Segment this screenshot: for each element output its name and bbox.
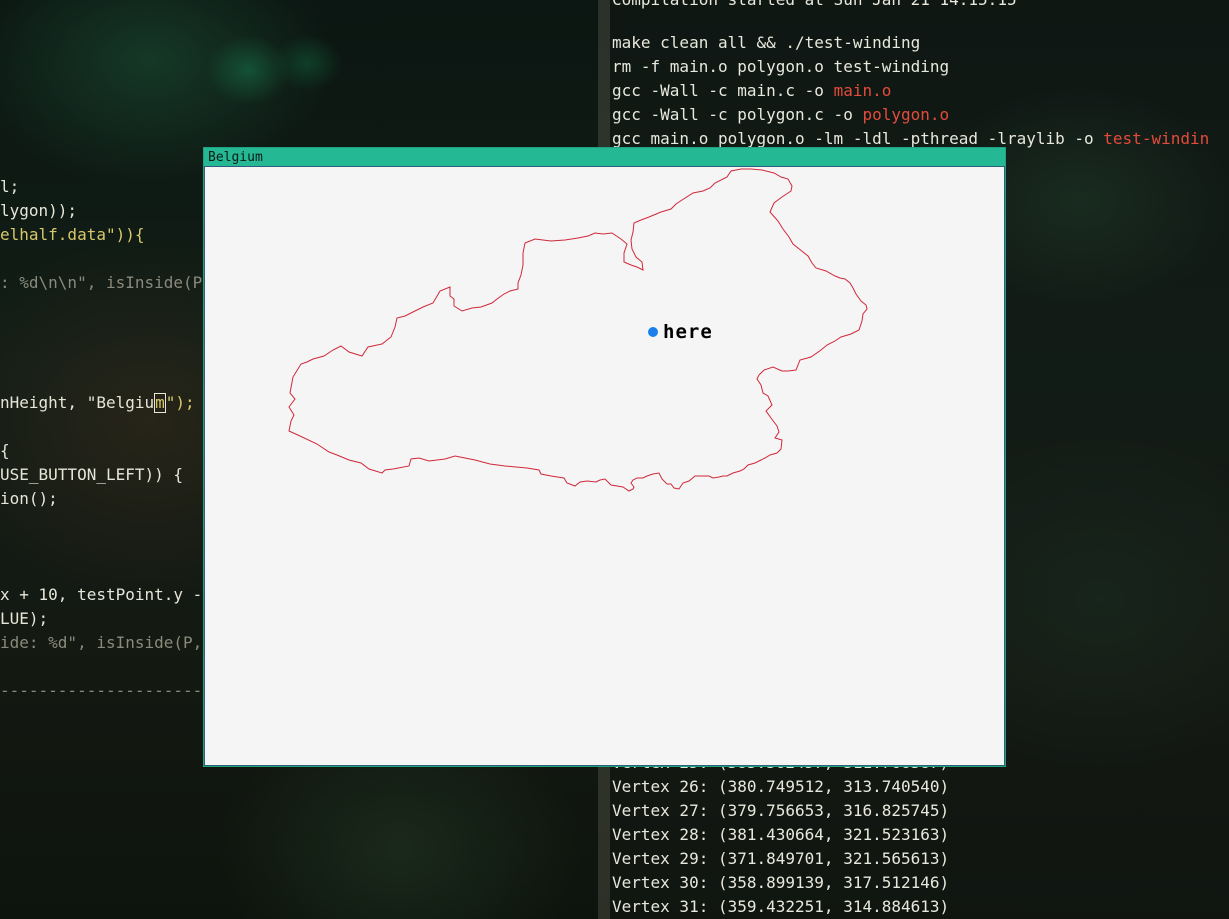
code-line: USE_BUTTON_LEFT)) { — [0, 465, 184, 484]
term-line: Vertex 29: (371.849701, 321.565613) — [612, 849, 950, 868]
term-line: Vertex 30: (358.899139, 317.512146) — [612, 873, 950, 892]
belgium-app-window[interactable]: Belgium here — [203, 147, 1006, 767]
term-line: Vertex 27: (379.756653, 316.825745) — [612, 801, 950, 820]
render-canvas[interactable]: here — [204, 166, 1005, 766]
polygon-svg — [288, 168, 868, 492]
code-line: { — [0, 441, 10, 460]
code-text: nHeight, "Belgiu — [0, 393, 155, 412]
code-text: "); — [165, 393, 195, 412]
output-file: polygon.o — [862, 105, 950, 124]
term-line: gcc -Wall -c main.c -o main.o — [612, 79, 891, 103]
code-line: LUE); — [0, 609, 49, 628]
window-titlebar[interactable]: Belgium — [204, 148, 1005, 166]
term-text: gcc -Wall -c main.c -o — [612, 81, 834, 100]
term-line: rm -f main.o polygon.o test-winding — [612, 57, 950, 76]
code-line: : %d\n\n", isInside(P — [0, 273, 203, 292]
term-line: gcc -Wall -c polygon.c -o polygon.o — [612, 103, 949, 127]
code-line: ion(); — [0, 489, 58, 508]
output-file: test-windin — [1103, 129, 1210, 148]
code-line: ----------------------- — [0, 681, 222, 700]
term-text: gcc main.o polygon.o -lm -ldl -pthread -… — [612, 129, 1104, 148]
term-line: Vertex 31: (359.432251, 314.884613) — [612, 897, 950, 916]
output-file: main.o — [833, 81, 892, 100]
text-cursor: m — [154, 393, 166, 413]
code-line: l; — [0, 177, 20, 196]
code-line: lygon)); — [0, 201, 78, 220]
term-line: Vertex 26: (380.749512, 313.740540) — [612, 777, 950, 796]
term-text: gcc -Wall -c polygon.c -o — [612, 105, 863, 124]
code-line: elhalf.data")){ — [0, 225, 145, 244]
window-title: Belgium — [208, 150, 263, 165]
term-line: Compilation started at Sun Jan 21 14:15:… — [612, 0, 1017, 12]
term-line: make clean all && ./test-winding — [612, 33, 921, 52]
code-line: ide: %d", isInside(P, — [0, 633, 203, 652]
code-line: x + 10, testPoint.y - — [0, 585, 203, 604]
point-label: here — [663, 321, 713, 343]
belgium-polygon — [288, 168, 868, 492]
test-point-marker — [648, 327, 658, 337]
term-line: Vertex 28: (381.430664, 321.523163) — [612, 825, 950, 844]
code-line: nHeight, "Belgium"); — [0, 391, 195, 415]
